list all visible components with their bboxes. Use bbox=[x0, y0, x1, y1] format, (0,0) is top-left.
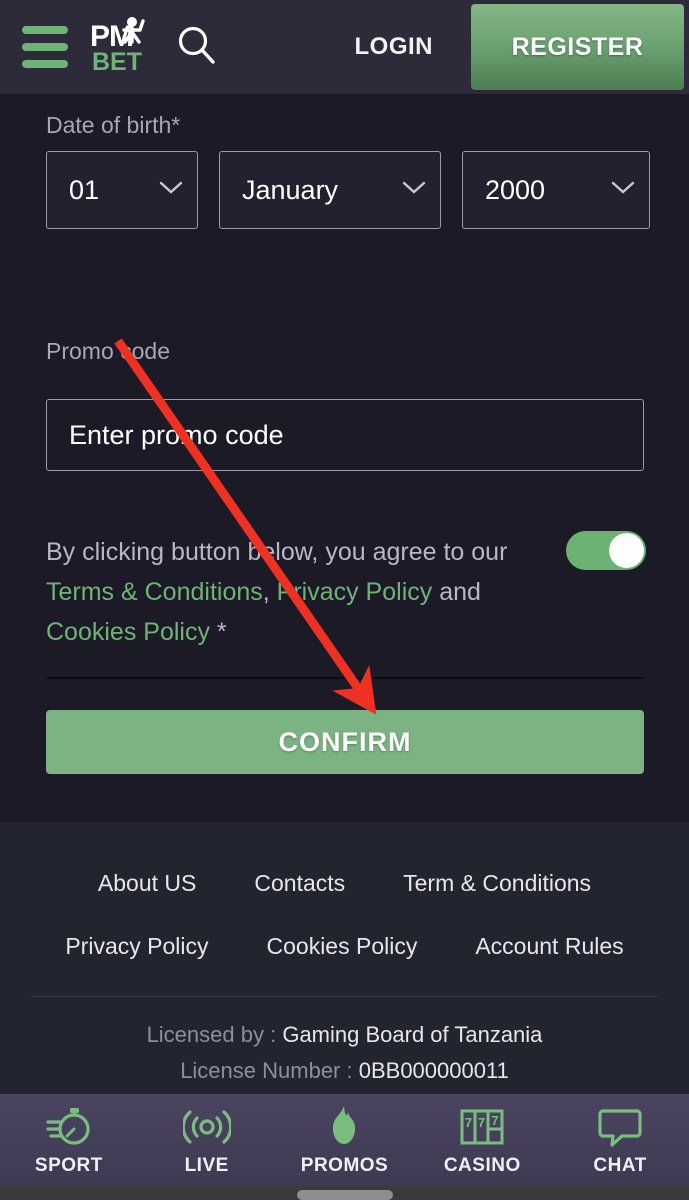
app-header: PM BET LOGIN REGISTER bbox=[0, 0, 689, 94]
svg-text:7: 7 bbox=[465, 1115, 472, 1130]
footer-link-about-us[interactable]: About US bbox=[98, 870, 196, 897]
license-info: Licensed by : Gaming Board of Tanzania L… bbox=[0, 1022, 689, 1084]
license-line-1: Licensed by : Gaming Board of Tanzania bbox=[0, 1022, 689, 1048]
registration-form: Date of birth* 01 January 2000 Promo cod… bbox=[0, 94, 689, 822]
terms-required-marker: * bbox=[216, 618, 227, 646]
stopwatch-icon bbox=[45, 1103, 93, 1151]
footer-link-terms[interactable]: Term & Conditions bbox=[403, 870, 591, 897]
promo-code-label: Promo code bbox=[46, 338, 171, 364]
dob-month-select[interactable]: January bbox=[219, 151, 441, 229]
privacy-policy-link[interactable]: Privacy Policy bbox=[277, 578, 433, 606]
license-number-label: License Number : bbox=[180, 1058, 353, 1083]
page-footer: About US Contacts Term & Conditions Priv… bbox=[0, 822, 689, 1112]
nav-item-chat[interactable]: CHAT bbox=[551, 1103, 689, 1177]
dob-year-select[interactable]: 2000 bbox=[462, 151, 650, 229]
slot-machine-777-icon: 7 7 7 bbox=[459, 1103, 505, 1151]
date-of-birth-selects: 01 January 2000 bbox=[46, 151, 650, 229]
logo-figure-icon bbox=[122, 17, 145, 44]
hamburger-bar bbox=[22, 60, 68, 68]
nav-item-sport[interactable]: SPORT bbox=[0, 1103, 138, 1177]
license-line-2: License Number : 0BB000000011 bbox=[0, 1058, 689, 1084]
terms-separator: , bbox=[262, 578, 270, 606]
toggle-knob bbox=[609, 533, 644, 568]
nav-label-promos: PROMOS bbox=[300, 1155, 389, 1176]
nav-item-casino[interactable]: 7 7 7 CASINO bbox=[413, 1103, 551, 1177]
search-icon[interactable] bbox=[176, 24, 218, 71]
terms-agreement-text: By clicking button below, you agree to o… bbox=[46, 532, 526, 652]
home-indicator bbox=[296, 1190, 393, 1200]
svg-text:7: 7 bbox=[492, 1113, 499, 1128]
logo-text-bet: BET bbox=[92, 48, 142, 76]
license-number-value: 0BB000000011 bbox=[358, 1058, 509, 1083]
promo-code-input[interactable] bbox=[46, 399, 644, 471]
license-value: Gaming Board of Tanzania bbox=[282, 1022, 543, 1047]
chevron-down-icon bbox=[384, 181, 426, 200]
nav-label-sport: SPORT bbox=[34, 1155, 103, 1176]
bottom-navigation-bar: SPORT LIVE PROMOS 7 7 7 CASINO CHAT bbox=[0, 1094, 689, 1186]
dob-day-select[interactable]: 01 bbox=[46, 151, 198, 229]
nav-label-casino: CASINO bbox=[443, 1155, 521, 1176]
terms-conjunction: and bbox=[439, 578, 481, 606]
cookies-policy-link[interactable]: Cookies Policy bbox=[46, 618, 210, 646]
footer-divider bbox=[30, 996, 659, 997]
terms-agreement-toggle[interactable] bbox=[566, 531, 646, 570]
footer-links-row-1: About US Contacts Term & Conditions bbox=[0, 870, 689, 897]
home-indicator-bar bbox=[0, 1186, 689, 1200]
confirm-button[interactable]: CONFIRM bbox=[46, 710, 644, 774]
live-broadcast-icon bbox=[182, 1103, 231, 1151]
date-of-birth-label: Date of birth* bbox=[46, 112, 181, 138]
dob-month-value: January bbox=[242, 174, 339, 205]
footer-links-row-2: Privacy Policy Cookies Policy Account Ru… bbox=[0, 933, 689, 960]
brand-logo[interactable]: PM BET bbox=[90, 16, 152, 78]
footer-link-account-rules[interactable]: Account Rules bbox=[475, 933, 623, 960]
footer-link-contacts[interactable]: Contacts bbox=[254, 870, 345, 897]
chat-bubble-icon bbox=[596, 1103, 644, 1151]
nav-label-chat: CHAT bbox=[593, 1155, 647, 1176]
license-label: Licensed by : bbox=[146, 1022, 277, 1047]
footer-link-privacy-policy[interactable]: Privacy Policy bbox=[65, 933, 208, 960]
chevron-down-icon bbox=[141, 181, 183, 200]
dob-year-value: 2000 bbox=[485, 174, 546, 205]
dob-day-value: 01 bbox=[69, 174, 100, 205]
hamburger-menu-icon[interactable] bbox=[22, 26, 68, 68]
terms-prefix: By clicking button below, you agree to o… bbox=[46, 538, 508, 566]
hamburger-bar bbox=[22, 43, 68, 51]
app-screen: PM BET LOGIN REGISTER Date of birth* 01 bbox=[0, 0, 689, 1200]
terms-and-conditions-link[interactable]: Terms & Conditions bbox=[46, 578, 263, 606]
nav-item-live[interactable]: LIVE bbox=[138, 1103, 276, 1177]
nav-label-live: LIVE bbox=[184, 1155, 229, 1176]
register-button[interactable]: REGISTER bbox=[471, 4, 684, 90]
nav-item-promos[interactable]: PROMOS bbox=[276, 1103, 414, 1177]
hamburger-bar bbox=[22, 26, 68, 34]
footer-link-cookies-policy[interactable]: Cookies Policy bbox=[267, 933, 418, 960]
login-button[interactable]: LOGIN bbox=[355, 33, 434, 61]
svg-text:7: 7 bbox=[478, 1115, 485, 1130]
form-divider bbox=[46, 677, 644, 679]
flame-icon bbox=[324, 1103, 364, 1151]
chevron-down-icon bbox=[593, 181, 635, 200]
